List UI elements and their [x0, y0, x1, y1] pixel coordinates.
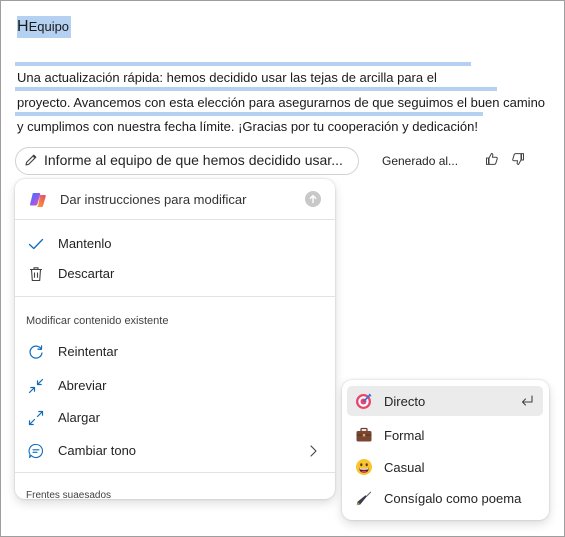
chevron-right-icon [310, 445, 317, 457]
frequent-section-heading: Frentes suaesados [26, 490, 112, 499]
thumbs-down-icon[interactable] [510, 151, 526, 167]
retry-button[interactable]: Reintentar [15, 337, 335, 367]
document-paragraph[interactable]: Una actualización rápida: hemos decidido… [17, 66, 547, 140]
lengthen-button[interactable]: Alargar [15, 403, 335, 433]
shorten-button[interactable]: Abreviar [15, 371, 335, 401]
enter-key-icon [521, 395, 533, 406]
tone-option-formal[interactable]: Formal [347, 420, 543, 450]
fountain-pen-icon [356, 491, 372, 506]
tone-option-directo[interactable]: Directo [347, 386, 543, 416]
greeting-text: Equipo [28, 19, 70, 34]
submit-instruction-button[interactable] [305, 191, 321, 207]
grinning-face-icon [356, 459, 372, 475]
retry-label: Reintentar [58, 344, 118, 359]
modify-section-heading: Modificar contenido existente [26, 315, 169, 327]
thumbs-up-icon[interactable] [484, 151, 500, 167]
document-greeting[interactable]: HEquipo [17, 16, 72, 38]
lengthen-label: Alargar [58, 410, 100, 425]
tone-option-label: Casual [384, 460, 425, 475]
keep-label: Mantenlo [58, 236, 112, 251]
discard-button[interactable]: Descartar [15, 259, 335, 289]
menu-divider [15, 296, 335, 297]
change-tone-label: Cambiar tono [58, 443, 137, 458]
tone-submenu: Directo Formal Casual Consígalo como poe… [342, 380, 549, 520]
discard-label: Descartar [58, 266, 115, 281]
expand-icon [28, 410, 44, 426]
menu-divider [15, 472, 335, 473]
arrow-up-icon [309, 194, 317, 204]
tone-option-poema[interactable]: Consígalo como poema [347, 483, 543, 513]
shorten-label: Abreviar [58, 378, 107, 393]
target-icon [356, 393, 372, 409]
greeting-initial: H [17, 18, 29, 35]
generated-label: Generado al... [382, 154, 459, 168]
trash-icon [30, 267, 42, 282]
paragraph-line: Una actualización rápida: hemos decidido… [17, 70, 437, 85]
paragraph-line: y cumplimos con nuestra fecha límite. ¡G… [17, 119, 478, 134]
paragraph-line: proyecto. Avancemos con esta elección pa… [17, 94, 546, 110]
copilot-icon [30, 193, 46, 207]
refresh-icon [29, 345, 43, 359]
tone-option-label: Formal [384, 428, 425, 443]
tone-option-label: Directo [384, 394, 426, 409]
shrink-icon [28, 378, 44, 394]
menu-divider [15, 219, 335, 220]
briefcase-icon [356, 427, 372, 442]
tone-option-label: Consígalo como poema [384, 491, 522, 506]
pencil-icon [25, 154, 37, 166]
prompt-summary-text[interactable]: Informe al equipo de que hemos decidido … [44, 151, 343, 169]
keep-button[interactable]: Mantenlo [15, 229, 335, 259]
tone-option-casual[interactable]: Casual [347, 452, 543, 482]
copilot-menu: Dar instrucciones para modificar Mantenl… [15, 179, 335, 499]
change-tone-button[interactable]: Cambiar tono [15, 436, 335, 466]
instruction-input[interactable]: Dar instrucciones para modificar [60, 192, 246, 207]
chat-bubble-icon [28, 443, 44, 459]
editor-window: HEquipo Una actualización rápida: hemos … [0, 0, 565, 537]
checkmark-icon [28, 238, 44, 250]
